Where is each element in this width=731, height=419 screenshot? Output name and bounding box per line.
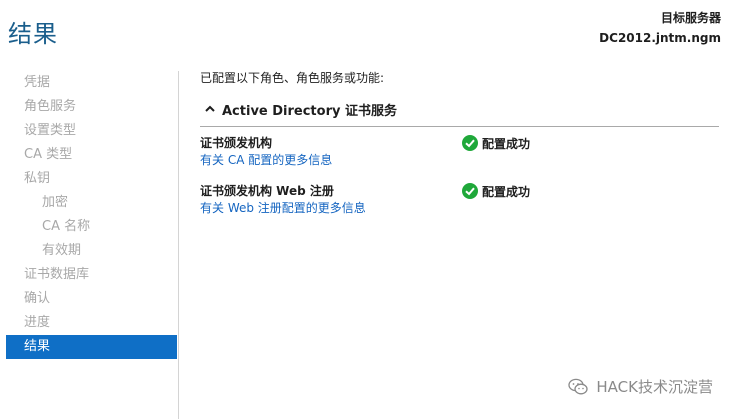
section-title: Active Directory 证书服务 <box>222 103 397 119</box>
result-row: 证书颁发机构 Web 注册 有关 Web 注册配置的更多信息 配置成功 <box>200 183 720 231</box>
result-status: 配置成功 <box>462 182 530 200</box>
target-server-name: DC2012.jntm.ngm <box>599 31 721 45</box>
watermark-text: HACK技术沉淀营 <box>596 378 713 396</box>
more-info-link[interactable]: 有关 Web 注册配置的更多信息 <box>200 200 366 216</box>
status-text: 配置成功 <box>482 184 531 199</box>
nav-item-private-key[interactable]: 私钥 <box>6 167 177 191</box>
check-circle-icon <box>462 135 478 151</box>
nav-item-certificate-database[interactable]: 证书数据库 <box>6 263 177 287</box>
nav-item-setup-type[interactable]: 设置类型 <box>6 119 177 143</box>
main-content: 已配置以下角色、角色服务或功能: Active Directory 证书服务 证… <box>200 68 720 231</box>
intro-text: 已配置以下角色、角色服务或功能: <box>200 71 385 85</box>
chevron-up-icon[interactable] <box>202 102 218 116</box>
nav-item-progress[interactable]: 进度 <box>6 311 177 335</box>
result-name: 证书颁发机构 <box>200 136 273 150</box>
section-divider <box>200 126 719 127</box>
watermark: HACK技术沉淀营 <box>568 376 713 397</box>
nav-item-credentials[interactable]: 凭据 <box>6 71 177 95</box>
result-list: 证书颁发机构 有关 CA 配置的更多信息 配置成功 证书颁发机构 Web 注册 … <box>200 135 720 231</box>
wizard-nav: 凭据 角色服务 设置类型 CA 类型 私钥 加密 CA 名称 有效期 证书数据库… <box>6 71 177 359</box>
section-header[interactable]: Active Directory 证书服务 <box>200 98 720 120</box>
check-circle-icon <box>462 183 478 199</box>
target-server-info: 目标服务器 DC2012.jntm.ngm <box>599 8 721 48</box>
nav-divider <box>178 71 179 419</box>
nav-item-ca-type[interactable]: CA 类型 <box>6 143 177 167</box>
nav-item-role-services[interactable]: 角色服务 <box>6 95 177 119</box>
target-server-label: 目标服务器 <box>660 11 721 25</box>
results-page: 结果 目标服务器 DC2012.jntm.ngm 凭据 角色服务 设置类型 CA… <box>0 0 731 419</box>
nav-item-cryptography[interactable]: 加密 <box>6 191 177 215</box>
more-info-link[interactable]: 有关 CA 配置的更多信息 <box>200 152 332 168</box>
result-row: 证书颁发机构 有关 CA 配置的更多信息 配置成功 <box>200 135 720 183</box>
status-text: 配置成功 <box>482 136 531 151</box>
result-status: 配置成功 <box>462 134 530 152</box>
page-title: 结果 <box>8 20 58 48</box>
result-name: 证书颁发机构 Web 注册 <box>200 184 334 198</box>
nav-item-ca-name[interactable]: CA 名称 <box>6 215 177 239</box>
nav-item-confirmation[interactable]: 确认 <box>6 287 177 311</box>
wechat-icon <box>568 378 589 396</box>
nav-item-validity-period[interactable]: 有效期 <box>6 239 177 263</box>
nav-item-results[interactable]: 结果 <box>6 335 177 359</box>
